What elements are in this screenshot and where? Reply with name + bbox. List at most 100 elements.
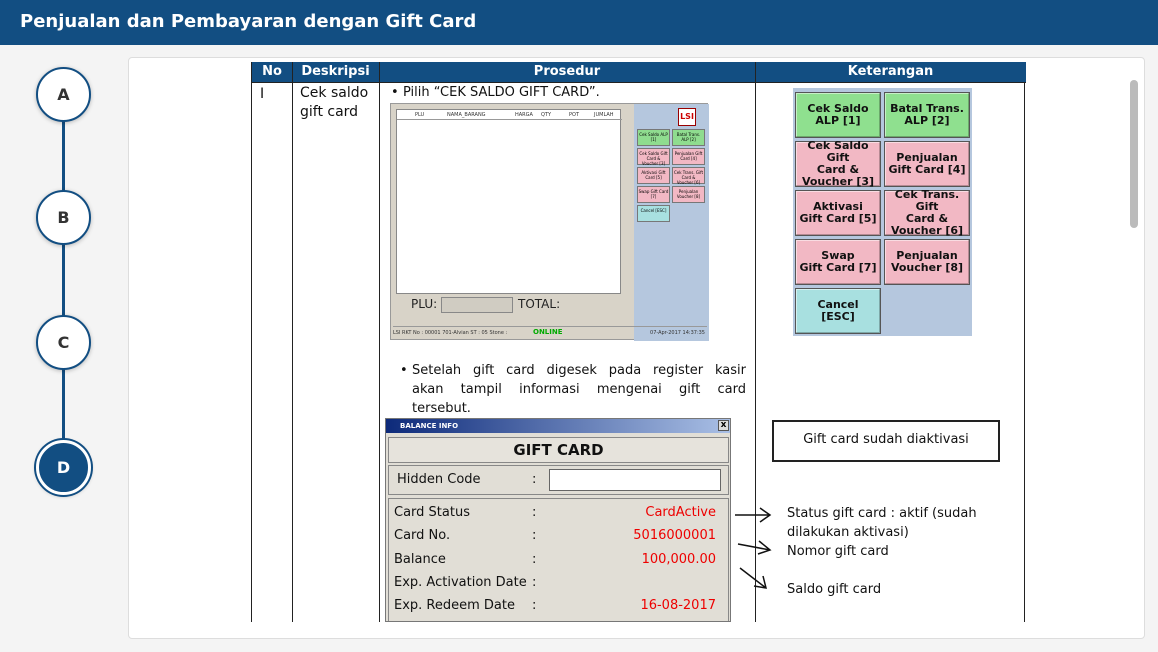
button-label: Gift Card [7] xyxy=(799,261,877,274)
cek-trans-gift-card-voucher-button[interactable]: Cek Trans. Gift Card & Voucher [6] xyxy=(884,188,970,237)
button-label: ALP [2] xyxy=(904,114,950,127)
grid-col-plu: PLU xyxy=(415,112,425,118)
button-label: Gift Card [4] xyxy=(888,163,966,176)
procedure-step-2-line3: tersebut. xyxy=(412,401,471,416)
grid-col-pot: POT xyxy=(569,112,580,118)
colon: : xyxy=(532,505,537,520)
mini-button-cek-trans-gift-card[interactable]: Cek Trans. Gift Card & Voucher [6] xyxy=(672,167,705,185)
mini-button-aktivasi-gift-card[interactable]: Aktivasi Gift Card [5] xyxy=(637,167,670,184)
activation-note-box: Gift card sudah diaktivasi xyxy=(772,420,1000,462)
close-icon[interactable]: x xyxy=(718,420,729,431)
hidden-code-label: Hidden Code xyxy=(397,472,481,487)
colon: : xyxy=(532,575,537,590)
table-header: No Deskripsi Prosedur Keterangan xyxy=(252,62,1026,82)
exp-redeem-date-value: 16-08-2017 xyxy=(640,598,716,613)
step-b-button[interactable]: B xyxy=(36,190,91,245)
procedure-step-2-line2: akan tampil informasi mengenai gift card xyxy=(412,382,746,397)
online-status: ONLINE xyxy=(533,328,563,336)
cancel-esc-button[interactable]: Cancel [ESC] xyxy=(795,288,881,334)
mini-button-cek-saldo-gift-card[interactable]: Cek Saldo Gift Card & Voucher [3] xyxy=(637,148,670,166)
colon: : xyxy=(532,552,537,567)
header-bar: Penjualan dan Pembayaran dengan Gift Car… xyxy=(0,0,1158,45)
hidden-code-row: Hidden Code : xyxy=(388,465,729,495)
card-no-label: Card No. xyxy=(394,528,451,543)
batal-trans-alp-button[interactable]: Batal Trans. ALP [2] xyxy=(884,92,970,138)
pos-side-panel: LSI Cek Saldo ALP [1] Batal Trans. ALP [… xyxy=(634,104,709,341)
item-grid: PLU NAMA_BARANG HARGA QTY POT JUMLAH xyxy=(396,109,622,294)
item-grid-header: PLU NAMA_BARANG HARGA QTY POT JUMLAH xyxy=(397,110,622,120)
step-a-button[interactable]: A xyxy=(36,67,91,122)
status-note-line2: dilakukan aktivasi) xyxy=(787,525,909,540)
mini-button-penjualan-gift-card[interactable]: Penjualan Gift Card [4] xyxy=(672,148,705,165)
card-status-value: CardActive xyxy=(645,505,716,520)
grid-col-harga: HARGA xyxy=(515,112,533,118)
header-keterangan: Keterangan xyxy=(847,64,934,79)
card-no-value: 5016000001 xyxy=(633,528,716,543)
column-divider xyxy=(379,62,380,622)
button-label: Cek Trans. Gift xyxy=(894,188,960,213)
grid-col-jumlah: JUMLAH xyxy=(594,112,614,118)
balance-note: Saldo gift card xyxy=(787,582,882,597)
cek-saldo-gift-card-voucher-button[interactable]: Cek Saldo Gift Card & Voucher [3] xyxy=(795,139,881,188)
page-title: Penjualan dan Pembayaran dengan Gift Car… xyxy=(20,11,477,32)
hidden-code-input[interactable] xyxy=(549,469,721,491)
header-deskripsi: Deskripsi xyxy=(301,64,370,79)
cek-saldo-alp-button[interactable]: Cek Saldo ALP [1] xyxy=(795,92,881,138)
plu-label: PLU: xyxy=(411,297,438,311)
scrollbar-thumb[interactable] xyxy=(1130,80,1138,228)
stepper-line xyxy=(62,95,65,467)
arrow-icon xyxy=(735,507,772,523)
mini-button-batal-trans-alp[interactable]: Batal Trans. ALP [2] xyxy=(672,129,705,146)
arrow-icon xyxy=(737,540,772,555)
store-logo: LSI xyxy=(678,108,696,126)
total-label: TOTAL: xyxy=(518,297,561,311)
penjualan-voucher-button[interactable]: Penjualan Voucher [8] xyxy=(884,239,970,285)
colon: : xyxy=(532,528,537,543)
button-label: Gift Card [5] xyxy=(799,212,877,225)
row-description-line2: gift card xyxy=(300,104,359,120)
grid-col-qty: QTY xyxy=(541,112,552,118)
status-info: LSI RKT No : 00001 701-Alvian ST : 05 St… xyxy=(393,330,508,336)
button-label: [ESC] xyxy=(821,310,855,323)
colon: : xyxy=(532,472,537,487)
mini-button-penjualan-voucher[interactable]: Penjualan Voucher [8] xyxy=(672,186,705,203)
balance-info-window: BALANCE INFO x GIFT CARD Hidden Code : C… xyxy=(385,418,731,622)
aktivasi-gift-card-button[interactable]: Aktivasi Gift Card [5] xyxy=(795,190,881,236)
status-note-line1: Status gift card : aktif (sudah xyxy=(787,506,977,521)
column-divider xyxy=(292,62,293,622)
balance-value: 100,000.00 xyxy=(641,552,716,567)
function-button-panel: Cek Saldo ALP [1] Batal Trans. ALP [2] Cek… xyxy=(793,88,972,336)
step-d-button[interactable]: D xyxy=(36,440,91,495)
header-no: No xyxy=(262,64,282,79)
procedure-step-2-line1: Setelah gift card digesek pada register … xyxy=(400,362,746,380)
colon: : xyxy=(532,598,537,613)
annotation-arrows xyxy=(735,507,772,589)
window-title-bar: BALANCE INFO x xyxy=(386,419,730,433)
header-prosedur: Prosedur xyxy=(533,64,601,79)
button-label: Cek Saldo Gift xyxy=(807,139,869,164)
button-label: ALP [1] xyxy=(815,114,861,127)
arrow-icon xyxy=(739,567,768,589)
procedure-step-1: Pilih “CEK SALDO GIFT CARD”. xyxy=(391,84,600,102)
mini-button-cek-saldo-alp[interactable]: Cek Saldo ALP [1] xyxy=(637,129,670,146)
mini-button-swap-gift-card[interactable]: Swap Gift Card [7] xyxy=(637,186,670,203)
button-label: Voucher [3] xyxy=(801,175,875,188)
pos-status-bar: LSI RKT No : 00001 701-Alvian ST : 05 St… xyxy=(393,326,707,338)
gift-card-heading: GIFT CARD xyxy=(388,437,729,463)
swap-gift-card-button[interactable]: Swap Gift Card [7] xyxy=(795,239,881,285)
pos-screen: PLU NAMA_BARANG HARGA QTY POT JUMLAH LSI… xyxy=(390,103,709,341)
header-divider xyxy=(252,82,1026,83)
plu-input[interactable] xyxy=(441,297,513,313)
exp-redeem-date-label: Exp. Redeem Date xyxy=(394,598,515,613)
card-info-box: Card Status : CardActive Card No. : 5016… xyxy=(388,498,729,621)
row-description-line1: Cek saldo xyxy=(300,85,369,101)
exp-activation-date-label: Exp. Activation Date xyxy=(394,575,527,590)
balance-label: Balance xyxy=(394,552,446,567)
mini-button-cancel[interactable]: Cancel [ESC] xyxy=(637,205,670,222)
window-title: BALANCE INFO xyxy=(400,422,459,430)
penjualan-gift-card-button[interactable]: Penjualan Gift Card [4] xyxy=(884,141,970,187)
status-datetime: 07-Apr-2017 14:37:35 xyxy=(650,330,705,336)
card-status-label: Card Status xyxy=(394,505,470,520)
step-c-button[interactable]: C xyxy=(36,315,91,370)
button-label: Voucher [6] xyxy=(890,224,964,237)
